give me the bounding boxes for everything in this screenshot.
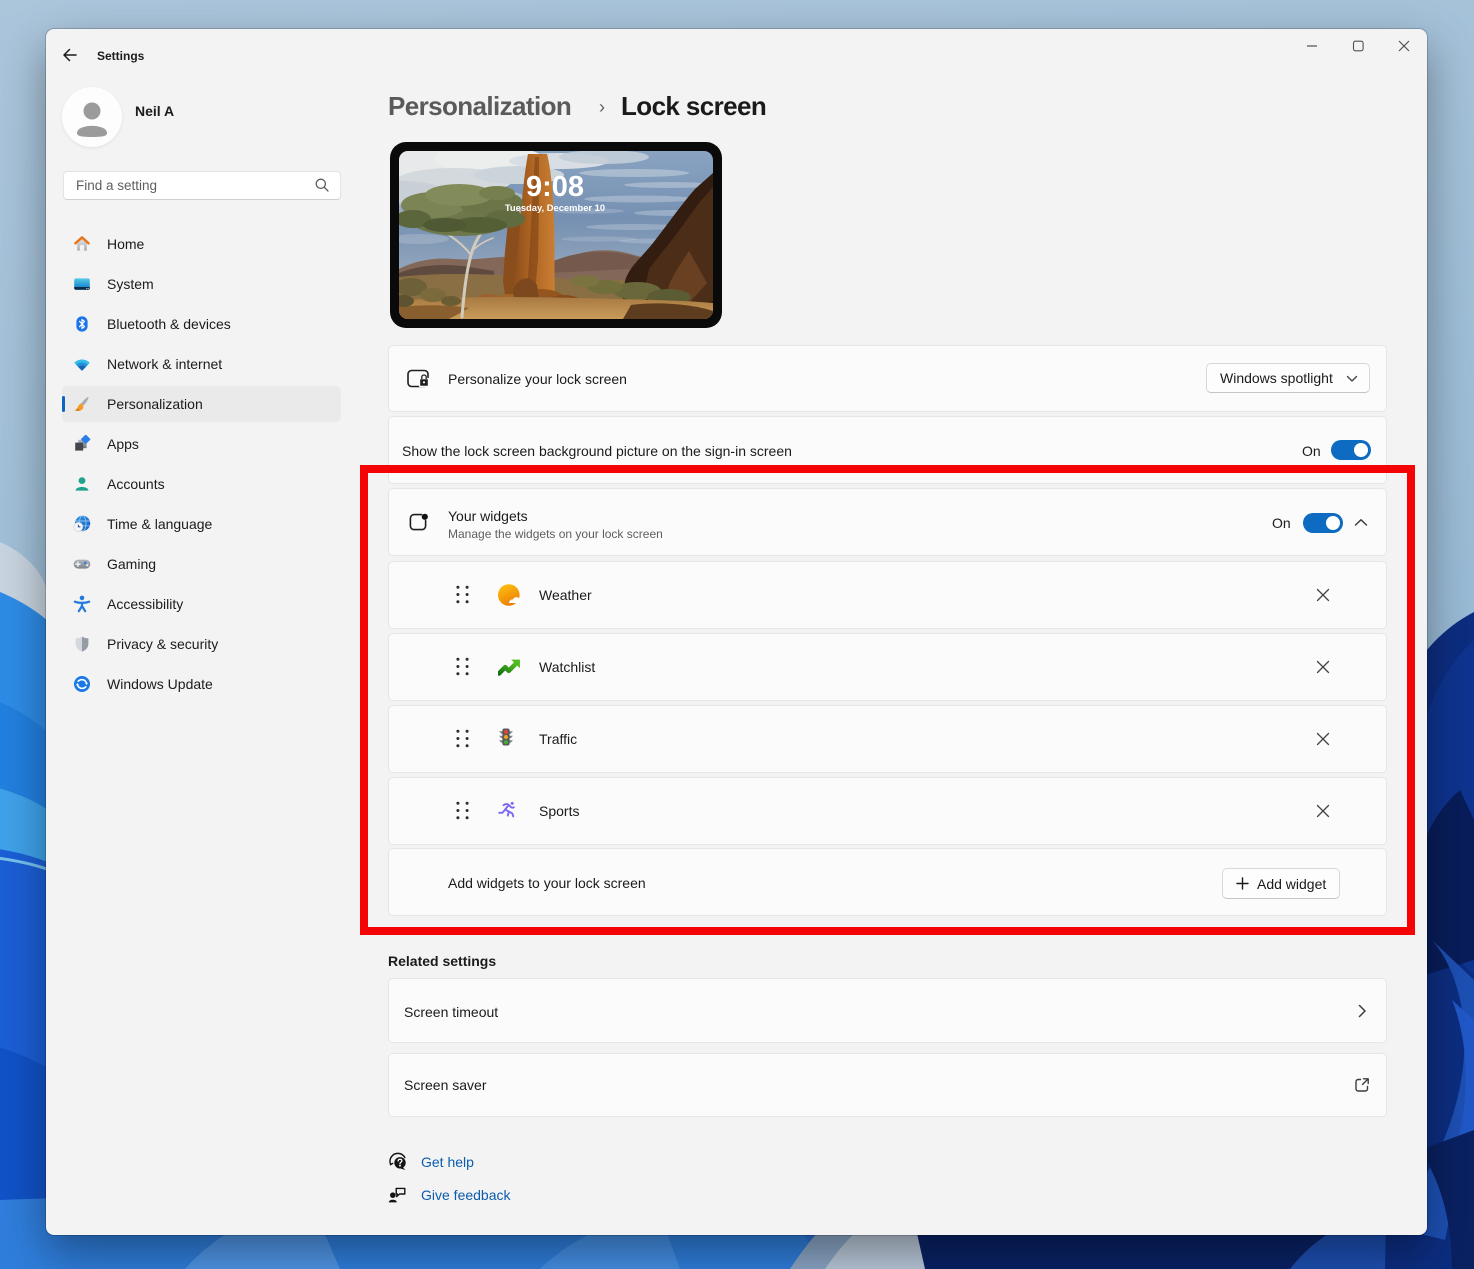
svg-text:9:08: 9:08 [526,171,584,203]
svg-text:Tuesday, December 10: Tuesday, December 10 [505,202,605,213]
